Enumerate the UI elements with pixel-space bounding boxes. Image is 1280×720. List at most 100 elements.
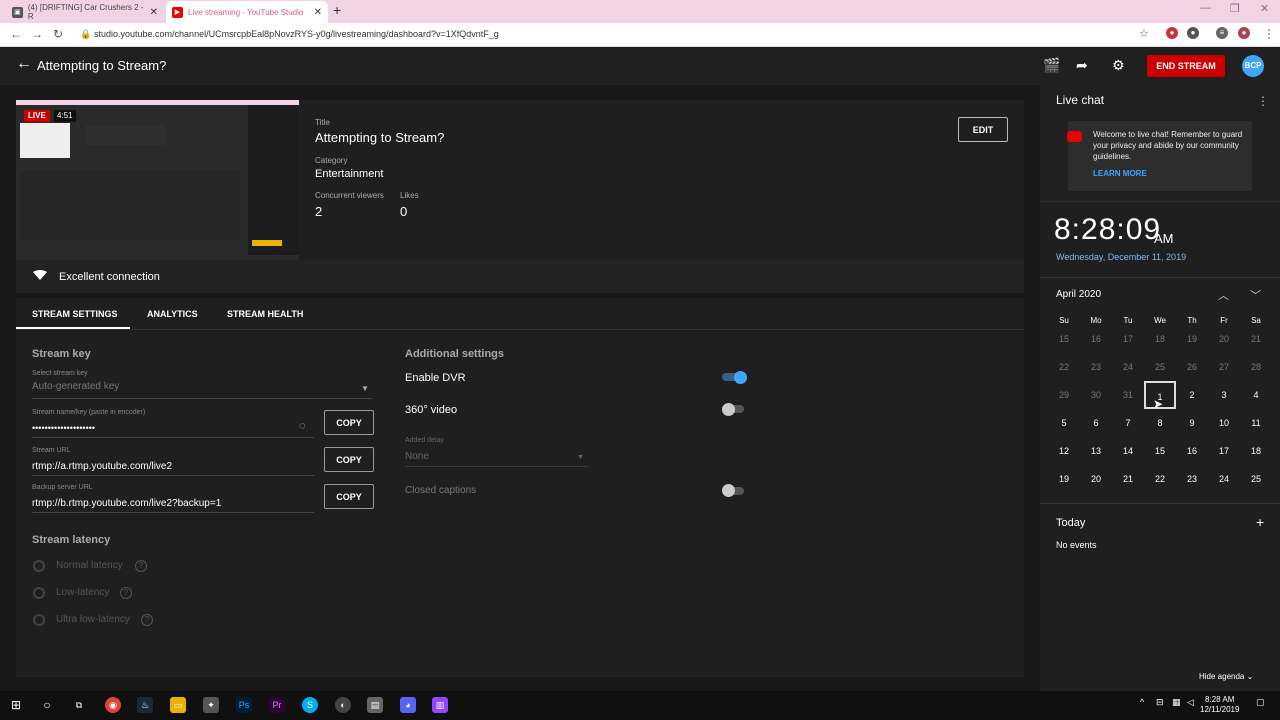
url-field[interactable]: studio.youtube.com/channel/UCmsrcpbEal8p… [94,29,499,39]
stream-preview[interactable] [16,100,299,260]
browser-tab-2[interactable]: ▶ Live streaming - YouTube Studio ✕ [166,1,328,23]
calendar-day[interactable]: 21 [1240,325,1272,353]
twitch-icon[interactable]: ▥ [432,697,448,713]
close-window-icon[interactable]: ✕ [1260,2,1269,15]
minimize-icon[interactable]: — [1200,2,1211,14]
tray-chevron-icon[interactable]: ^ [1140,697,1144,707]
network-icon[interactable]: ▦ [1172,697,1181,708]
calendar-day[interactable]: 21 [1112,465,1144,493]
calendar-day[interactable]: 28 [1240,353,1272,381]
notifications-icon[interactable]: ▢ [1256,697,1265,708]
calendar-day[interactable]: 25 [1144,353,1176,381]
tab-analytics[interactable]: ANALYTICS [147,309,198,319]
chevron-up-icon[interactable]: ︿ [1218,287,1229,303]
close-tab-icon[interactable]: ✕ [150,7,158,18]
low-latency-radio[interactable] [33,587,45,599]
reload-icon[interactable]: ↻ [53,27,63,41]
copy-backup-button[interactable]: COPY [324,484,374,509]
app-icon[interactable]: ✦ [203,697,219,713]
help-icon[interactable]: ? [141,614,153,626]
added-delay-dropdown[interactable]: None [405,451,429,462]
calendar-day[interactable]: 18 [1144,325,1176,353]
copy-key-button[interactable]: COPY [324,410,374,435]
calendar-day[interactable]: 31 [1112,381,1144,409]
chrome-icon[interactable]: ◉ [105,697,121,713]
file-explorer-icon[interactable]: ▭ [170,697,186,713]
calendar-day[interactable]: 7 [1112,409,1144,437]
volume-icon[interactable]: ◁ [1187,697,1194,708]
close-tab-icon[interactable]: ✕ [314,7,322,18]
calendar-day[interactable]: 27 [1208,353,1240,381]
calendar-month[interactable]: April 2020 [1056,289,1101,300]
taskbar-clock[interactable]: 8:28 AM 12/11/2019 [1200,695,1239,715]
learn-more-link[interactable]: LEARN MORE [1093,169,1147,178]
calendar-day[interactable]: 26 [1176,353,1208,381]
calendar-day[interactable]: 19 [1048,465,1080,493]
calendar-day[interactable]: 18 [1240,437,1272,465]
chat-menu-icon[interactable]: ⋮ [1257,94,1269,108]
extension-icon[interactable]: ● [1166,27,1178,39]
tab-stream-settings[interactable]: STREAM SETTINGS [32,309,118,319]
clapperboard-icon[interactable]: 🎬 [1043,57,1060,74]
browser-tab-1[interactable]: ▣ (4) [DRIFTING] Car Crushers 2 - R ✕ [6,1,164,23]
normal-latency-radio[interactable] [33,560,45,572]
search-icon[interactable]: ○ [39,697,55,713]
clock-date[interactable]: Wednesday, December 11, 2019 [1056,252,1186,262]
copy-url-button[interactable]: COPY [324,447,374,472]
discord-icon[interactable]: ◕ [400,697,416,713]
steam-icon[interactable]: ♨ [137,697,153,713]
calendar-day[interactable]: 5 [1048,409,1080,437]
share-icon[interactable]: ➦ [1076,57,1088,74]
calendar-day[interactable]: 20 [1080,465,1112,493]
visibility-off-icon[interactable]: ◌ [299,420,306,432]
help-icon[interactable]: ? [135,560,147,572]
hide-agenda-link[interactable]: Hide agenda ⌄ [1199,672,1253,681]
calendar-day[interactable]: 22 [1048,353,1080,381]
task-view-icon[interactable]: ⧉ [71,697,87,713]
stream-key-field[interactable]: •••••••••••••••••••• [32,423,95,433]
back-arrow-icon[interactable]: ← [16,55,32,73]
windows-start-icon[interactable]: ⊞ [8,697,24,713]
tray-icon[interactable]: ⊟ [1156,697,1164,708]
calendar-day[interactable]: 15 [1048,325,1080,353]
calendar-day[interactable]: 29 [1048,381,1080,409]
stream-url-field[interactable]: rtmp://a.rtmp.youtube.com/live2 [32,461,172,472]
premiere-icon[interactable]: Pr [269,697,285,713]
forward-icon[interactable]: → [31,27,43,41]
new-tab-icon[interactable]: + [333,2,341,18]
captions-toggle-knob[interactable] [722,484,735,497]
photoshop-icon[interactable]: Ps [236,697,252,713]
calendar-day[interactable]: 16 [1176,437,1208,465]
obs-icon[interactable]: ◐ [335,697,351,713]
chevron-down-icon[interactable]: ﹀ [1250,287,1261,303]
calendar-day[interactable]: 30 [1080,381,1112,409]
calendar-day[interactable]: 3 [1208,381,1240,409]
calendar-day[interactable]: 17 [1208,437,1240,465]
calendar-day[interactable]: 17 [1112,325,1144,353]
calendar-day[interactable]: 16 [1080,325,1112,353]
calendar-day[interactable]: 22 [1144,465,1176,493]
help-icon[interactable]: ? [120,587,132,599]
dropdown-arrow-icon[interactable]: ▼ [577,454,584,461]
calendar-day[interactable]: 6 [1080,409,1112,437]
calendar-day[interactable]: 9 [1176,409,1208,437]
calendar-day[interactable]: 12 [1048,437,1080,465]
backup-url-field[interactable]: rtmp://b.rtmp.youtube.com/live2?backup=1 [32,498,221,509]
calendar-day[interactable]: 13 [1080,437,1112,465]
calendar-day[interactable]: 24 [1208,465,1240,493]
video-360-toggle-knob[interactable] [722,403,735,416]
settings-gear-icon[interactable]: ⚙ [1112,57,1125,74]
calendar-day[interactable]: 15 [1144,437,1176,465]
calendar-day[interactable]: 4 [1240,381,1272,409]
chrome-menu-icon[interactable]: ⋮ [1263,27,1275,41]
ultra-low-latency-radio[interactable] [33,614,45,626]
select-key-dropdown[interactable]: Auto-generated key [32,381,119,392]
dvr-toggle-knob[interactable] [734,371,747,384]
extension-icon[interactable]: ≡ [1216,27,1228,39]
calendar-day[interactable]: 19 [1176,325,1208,353]
calendar-day[interactable]: 20 [1208,325,1240,353]
back-icon[interactable]: ← [10,27,22,41]
skype-icon[interactable]: S [302,697,318,713]
calendar-day[interactable]: 25 [1240,465,1272,493]
tab-stream-health[interactable]: STREAM HEALTH [227,309,303,319]
